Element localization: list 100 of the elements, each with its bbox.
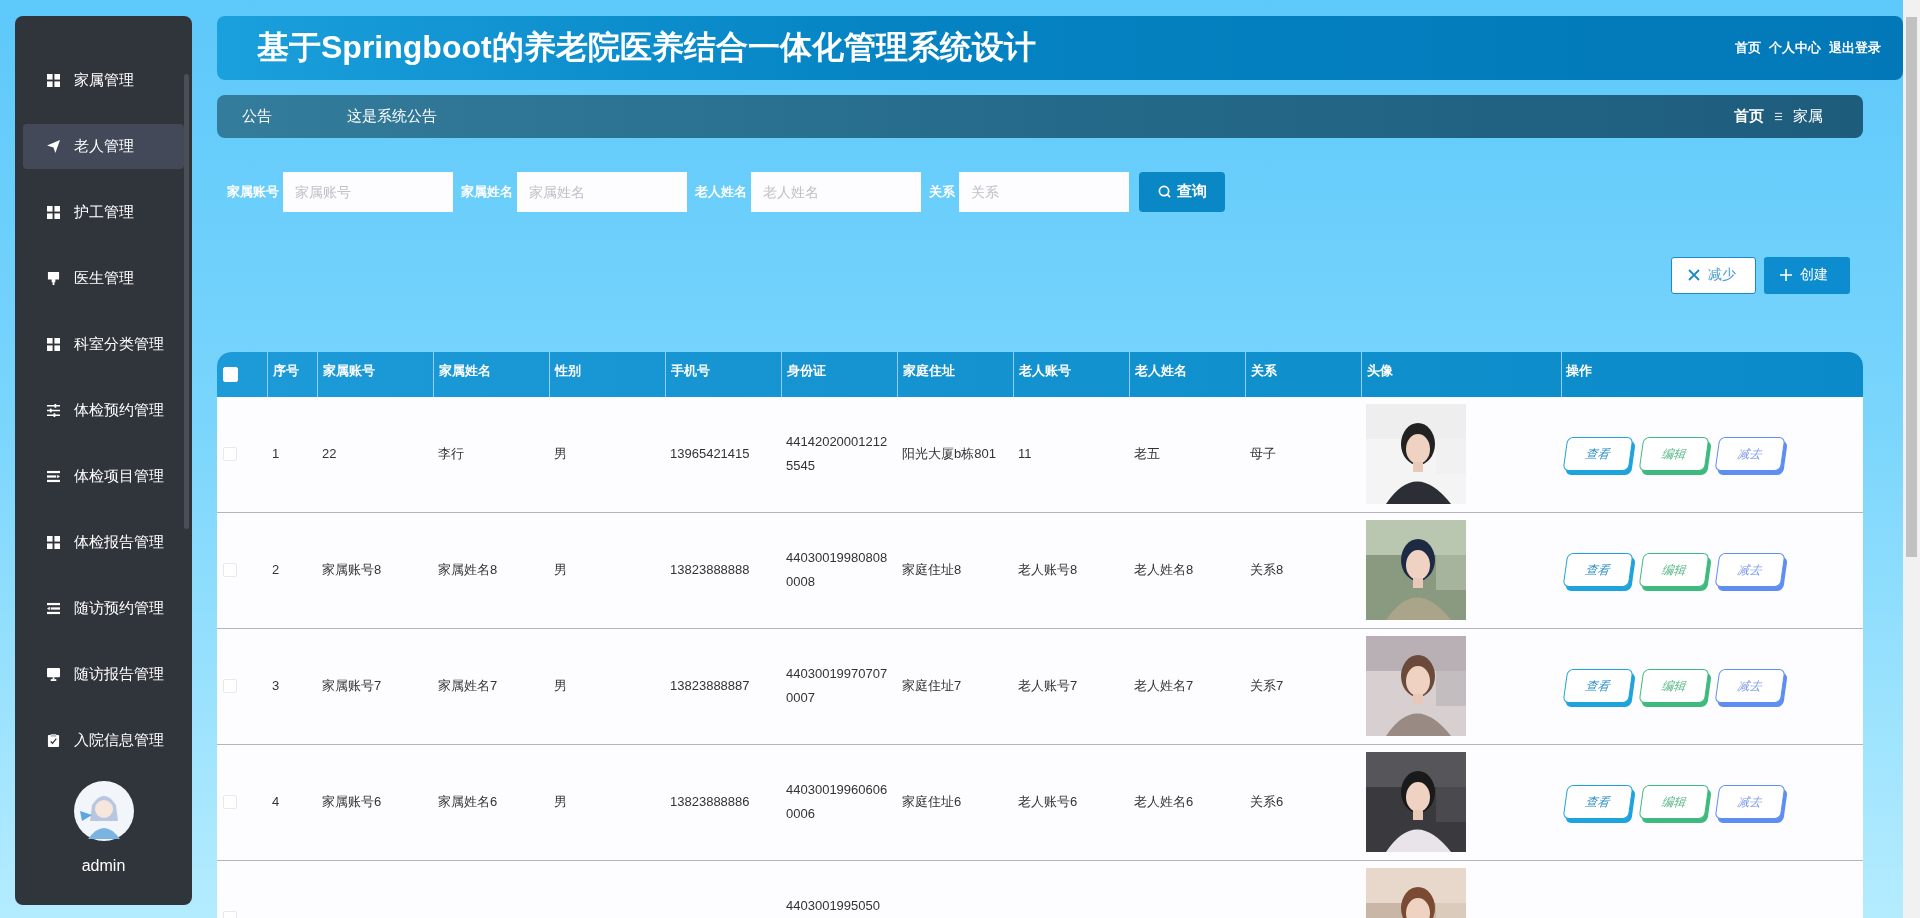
column-header: 序号 <box>267 351 317 397</box>
grid-icon <box>47 74 60 87</box>
table-cell-text: 阳光大厦b栋801 <box>902 445 996 464</box>
delete-button[interactable]: 减去 <box>1714 669 1786 704</box>
sidebar-item[interactable]: 护工管理 <box>23 190 184 235</box>
delete-button[interactable]: 减去 <box>1714 553 1786 588</box>
table-cell-text: 老人账号6 <box>1018 793 1078 812</box>
edit-button[interactable]: 编辑 <box>1638 553 1710 588</box>
header-link[interactable]: 首页 <box>1735 39 1761 58</box>
table-cell-text: 1 <box>272 445 280 464</box>
search-field[interactable]: 老人姓名 <box>751 171 921 212</box>
system-title: 基于Springboot的养老院医养结合一体化管理系统设计 <box>257 28 1036 68</box>
plus-icon <box>1780 269 1792 282</box>
table-cell-text: 家属姓名7 <box>438 677 498 696</box>
reduce-button[interactable]: 减少 <box>1671 256 1756 294</box>
view-button[interactable]: 查看 <box>1562 669 1634 704</box>
paper-plane-icon <box>47 140 60 153</box>
sidebar-item[interactable]: 体检预约管理 <box>23 388 184 433</box>
scrollbar[interactable] <box>1903 0 1920 918</box>
list-icon <box>47 602 60 615</box>
sidebar-item[interactable]: 科室分类管理 <box>23 322 184 367</box>
table-cell-text: 母子 <box>1250 445 1276 464</box>
table-cell-text: 22 <box>322 445 337 464</box>
column-header: 头像 <box>1361 351 1561 397</box>
table-cell-text: 13823888887 <box>670 677 750 696</box>
monitor-icon <box>47 668 60 681</box>
table-cell-text: 李行 <box>438 445 464 464</box>
column-header: 身份证 <box>781 351 897 397</box>
table-cell-text: 4 <box>272 793 280 812</box>
grid-icon <box>47 536 60 549</box>
table-cell-text: 老人姓名7 <box>1134 677 1194 696</box>
view-button[interactable]: 查看 <box>1562 785 1634 820</box>
column-header: 操作 <box>1561 351 1845 397</box>
breadcrumb-link[interactable]: 家属 <box>1793 107 1823 127</box>
edit-button[interactable]: 编辑 <box>1638 669 1710 704</box>
table-cell-text: 男 <box>554 445 567 464</box>
column-header: 性别 <box>549 351 665 397</box>
sidebar-item[interactable]: 随访预约管理 <box>23 586 184 631</box>
table-cell-text: 男 <box>554 677 567 696</box>
edit-button[interactable]: 编辑 <box>1638 785 1710 820</box>
search-icon <box>1157 185 1171 199</box>
table-cell-text: 11 <box>1018 445 1032 464</box>
user-name: admin <box>81 857 126 875</box>
table-cell-text: 老人姓名6 <box>1134 793 1194 812</box>
search-button[interactable]: 查询 <box>1139 171 1225 212</box>
view-button[interactable]: 查看 <box>1562 437 1634 472</box>
table-cell-text: 男 <box>554 793 567 812</box>
edit-button[interactable]: 编辑 <box>1638 437 1710 472</box>
table-cell-text: 老人账号7 <box>1018 677 1078 696</box>
search-label: 家属姓名 <box>461 182 513 201</box>
table-cell-text: 老人账号8 <box>1018 561 1078 580</box>
separator-icon <box>1774 112 1783 122</box>
sidebar-item[interactable]: 老人管理 <box>23 124 184 169</box>
close-icon <box>1688 269 1700 282</box>
table-cell-text: 440300199606060006 <box>786 781 888 824</box>
sidebar-item[interactable]: 随访报告管理 <box>23 652 184 697</box>
table-cell-text: 441420200012125545 <box>786 433 888 476</box>
notice-text: 这是系统公告 <box>347 107 437 127</box>
sliders-icon <box>47 404 60 417</box>
delete-button[interactable]: 减去 <box>1714 785 1786 820</box>
table-cell-text: 关系8 <box>1250 561 1284 580</box>
column-header: 家庭住址 <box>897 351 1013 397</box>
grid-icon <box>47 338 60 351</box>
sidebar-item[interactable]: 入院信息管理 <box>23 718 184 763</box>
avatar <box>73 781 134 841</box>
brush-icon <box>47 272 60 285</box>
table-cell-text: 3 <box>272 677 280 696</box>
search-label: 关系 <box>929 182 955 201</box>
notice-label: 公告 <box>242 107 273 127</box>
table-cell-text: 老五 <box>1134 445 1160 464</box>
header-link[interactable]: 个人中心 <box>1769 39 1821 58</box>
view-button[interactable]: 查看 <box>1562 553 1634 588</box>
clipboard-icon <box>47 734 60 747</box>
table-cell-text: 家属账号8 <box>322 561 382 580</box>
search-label: 家属账号 <box>227 182 279 201</box>
column-header: 老人账号 <box>1013 351 1129 397</box>
column-header: 手机号 <box>665 351 781 397</box>
table-cell-text: 4403001995050 <box>786 897 881 916</box>
table-cell-text: 13965421415 <box>670 445 750 464</box>
search-field[interactable]: 家属姓名 <box>517 171 687 212</box>
search-field[interactable]: 关系 <box>959 171 1129 212</box>
table-cell-text: 家庭住址7 <box>902 677 962 696</box>
grid-icon <box>47 206 60 219</box>
sidebar-item[interactable]: 体检项目管理 <box>23 454 184 499</box>
table-cell-text: 440300199707070007 <box>786 665 888 708</box>
search-field[interactable]: 家属账号 <box>283 171 453 212</box>
table-cell-text: 家庭住址6 <box>902 793 962 812</box>
breadcrumb-link[interactable]: 首页 <box>1734 107 1764 127</box>
sidebar-item[interactable]: 医生管理 <box>23 256 184 301</box>
delete-button[interactable]: 减去 <box>1714 437 1786 472</box>
table-cell-text: 440300199808080008 <box>786 549 888 592</box>
sidebar-item[interactable]: 体检报告管理 <box>23 520 184 565</box>
table-cell-text: 关系7 <box>1250 677 1284 696</box>
sidebar-item[interactable]: 家属管理 <box>23 58 184 103</box>
column-header: 老人姓名 <box>1129 351 1245 397</box>
search-label: 老人姓名 <box>695 182 747 201</box>
header-link[interactable]: 退出登录 <box>1829 39 1881 58</box>
table-cell-text: 关系6 <box>1250 793 1284 812</box>
select-all-checkbox[interactable] <box>223 366 238 382</box>
create-button[interactable]: 创建 <box>1764 256 1850 294</box>
